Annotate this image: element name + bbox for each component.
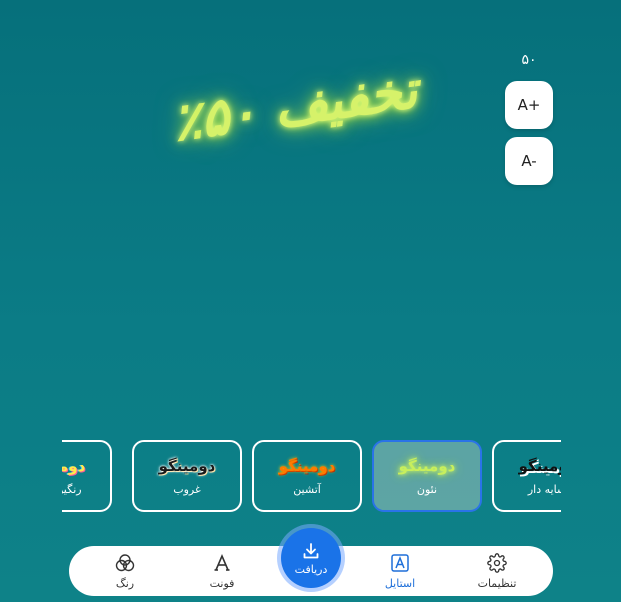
- style-preview: دومینگو: [158, 456, 216, 475]
- style-card-fire[interactable]: دومینگو آتشین: [252, 440, 362, 512]
- nav-label: تنظیمات: [477, 576, 517, 590]
- download-button[interactable]: دریافت: [281, 528, 341, 588]
- nav-font[interactable]: فونت: [187, 546, 257, 596]
- font-size-value: ۵۰: [521, 52, 537, 68]
- nav-label: رنگ: [115, 576, 135, 590]
- style-preview: دومینگو: [398, 456, 456, 475]
- download-label: دریافت: [294, 562, 328, 576]
- nav-color[interactable]: رنگ: [90, 546, 160, 596]
- circles-icon: [115, 553, 135, 573]
- font-a-icon: [212, 553, 232, 573]
- style-card-shadow[interactable]: دومینگو سایه دار: [492, 440, 561, 512]
- style-card-neon[interactable]: دومینگو نئون: [372, 440, 482, 512]
- increase-size-button[interactable]: A+: [505, 81, 553, 129]
- download-icon: [301, 541, 321, 561]
- style-card-colorful[interactable]: دومینگو رنگین‌کمان: [62, 440, 112, 512]
- nav-settings[interactable]: تنظیمات: [462, 546, 532, 596]
- decrease-size-button[interactable]: A-: [505, 137, 553, 185]
- headline-text[interactable]: تخفیف ۵۰٪: [144, 32, 446, 181]
- style-card-sunset[interactable]: دومینگو غروب: [132, 440, 242, 512]
- style-preview: دومینگو: [518, 456, 561, 475]
- style-label: آتشین: [293, 482, 321, 496]
- style-label: رنگین‌کمان: [62, 482, 82, 496]
- style-carousel[interactable]: دومینگو رنگین‌کمان دومینگو غروب دومینگو …: [62, 440, 561, 515]
- style-a-icon: [390, 553, 410, 573]
- style-label: سایه دار: [527, 482, 561, 496]
- nav-label: استایل: [384, 576, 416, 590]
- style-preview: دومینگو: [62, 456, 86, 475]
- nav-label: فونت: [209, 576, 235, 590]
- style-label: نئون: [416, 482, 438, 496]
- style-preview: دومینگو: [278, 456, 336, 475]
- gear-icon: [487, 552, 507, 573]
- nav-style[interactable]: استایل: [365, 546, 435, 596]
- style-label: غروب: [173, 482, 201, 496]
